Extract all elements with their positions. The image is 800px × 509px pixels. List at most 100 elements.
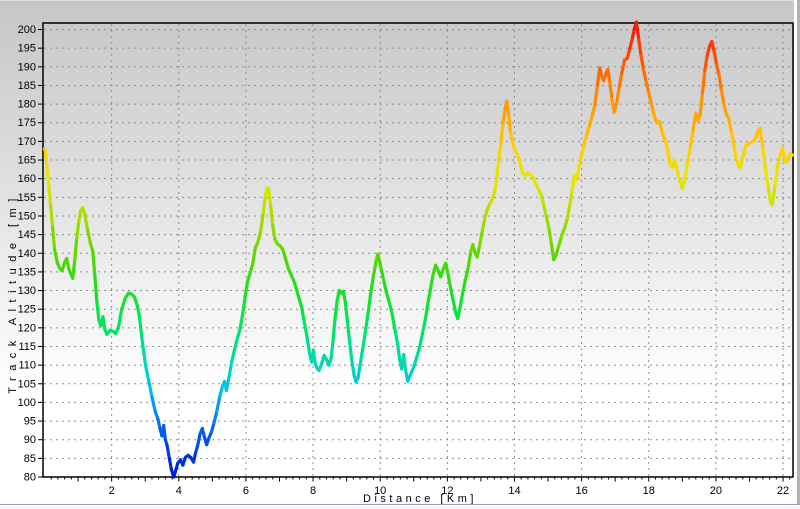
track-altitude-line-segment [448,274,451,289]
y-tick-label: 115 [18,341,36,353]
y-tick-label: 85 [24,453,36,465]
track-altitude-line-segment [87,229,90,242]
y-tick-label: 155 [18,192,36,204]
track-altitude-line-segment [141,332,143,349]
track-altitude-line-segment [167,445,169,458]
track-altitude-line-segment [143,348,146,367]
track-altitude-line-segment [460,292,463,307]
track-altitude-line-segment [772,186,775,205]
track-altitude-line-segment [345,302,347,321]
track-altitude-line-segment [152,397,155,412]
x-tick-label: 20 [710,485,722,497]
track-altitude-line-segment [501,123,503,142]
track-altitude-line-segment [229,361,232,376]
track-altitude-line-segment [420,333,423,346]
track-altitude-line-segment [304,322,307,337]
track-altitude-line-segment [651,104,654,115]
y-tick-label: 105 [18,378,36,390]
track-altitude-line-segment [778,154,781,165]
track-altitude-line-segment [97,302,99,321]
track-altitude-line-segment [509,115,511,132]
track-altitude-line-segment [347,320,349,339]
track-altitude-line-segment [617,87,620,104]
track-altitude-line-segment [568,205,570,218]
track-altitude-line-segment [741,154,744,167]
track-altitude-line-segment [373,261,376,276]
track-altitude-line-segment [49,186,51,205]
track-altitude-line-segment [763,149,766,170]
track-altitude-line-segment [482,218,485,231]
track-altitude-line-segment [46,153,48,172]
track-altitude-line-segment [465,268,468,279]
track-altitude-line-segment [404,355,406,371]
track-altitude-line-segment [712,41,714,51]
track-altitude-line-segment [760,128,763,149]
x-tick-label: 8 [310,485,316,497]
track-altitude-line-segment [495,175,497,190]
track-altitude-line-segment [53,227,55,249]
track-altitude-line-segment [734,145,736,158]
track-altitude-line-segment [214,412,217,423]
y-tick-label: 175 [18,117,36,129]
track-altitude-line-segment [169,458,171,469]
track-altitude-line-segment [220,386,223,396]
track-altitude-line-segment [73,261,75,279]
track-altitude-line-segment [371,276,374,293]
track-altitude-line-segment [398,345,400,360]
y-tick-label: 185 [18,80,36,92]
track-altitude-line-segment [258,231,261,242]
track-altitude-line-segment [630,37,633,48]
track-altitude-line-segment [273,225,275,239]
track-altitude-line-segment [226,376,229,390]
track-altitude-line-segment [453,302,455,313]
track-altitude-line-segment [641,56,643,69]
track-altitude-line-segment [146,367,149,380]
track-altitude-line-segment [352,360,354,375]
track-altitude-line-segment [263,195,265,212]
track-altitude-line-segment [577,167,579,179]
track-altitude-line-segment [307,337,310,354]
x-tick-label: 4 [176,485,182,497]
y-axis-title: Track Altitude [m] [7,192,19,394]
track-altitude-line-segment [570,190,572,205]
track-altitude-line-segment [503,109,505,123]
track-altitude-line-segment [313,350,315,364]
track-altitude-line-segment [384,283,387,294]
track-altitude-line-segment [544,207,547,218]
track-altitude-line-segment [499,141,501,158]
track-altitude-line-segment [93,251,95,275]
top-edge-highlight [0,0,800,1]
x-tick-label: 18 [643,485,655,497]
track-altitude-line-segment [520,162,523,173]
y-tick-label: 90 [24,434,36,446]
y-tick-label: 120 [18,322,36,334]
track-altitude-line-segment [390,304,393,315]
y-tick-label: 125 [18,304,36,316]
track-altitude-line-segment [660,122,663,132]
y-tick-label: 165 [18,155,36,167]
track-altitude-line-segment [579,154,582,167]
track-altitude-line-segment [331,339,333,358]
y-tick-label: 145 [18,229,36,241]
track-altitude-line-segment [95,276,97,302]
track-altitude-line-segment [731,132,734,145]
track-altitude-line-segment [51,205,53,227]
track-altitude-line-segment [77,222,79,239]
track-altitude-line-segment [549,231,551,244]
track-altitude-line-segment [47,171,49,186]
x-tick-label: 2 [109,485,115,497]
y-tick-label: 80 [24,472,36,484]
track-altitude-line-segment [360,348,363,365]
track-altitude-line-segment [547,218,550,231]
track-altitude-line-segment [365,313,368,332]
altitude-profile-chart: 8085909510010511011512012513013514014515… [0,0,800,509]
y-tick-label: 140 [18,248,36,260]
track-altitude-line-segment [790,153,792,155]
x-tick-label: 16 [575,485,587,497]
track-altitude-line-segment [118,309,121,328]
track-altitude-line-segment [269,190,271,207]
track-altitude-line-segment [55,250,58,263]
y-tick-label: 190 [18,61,36,73]
x-tick-label: 6 [243,485,249,497]
x-tick-label: 22 [777,485,789,497]
